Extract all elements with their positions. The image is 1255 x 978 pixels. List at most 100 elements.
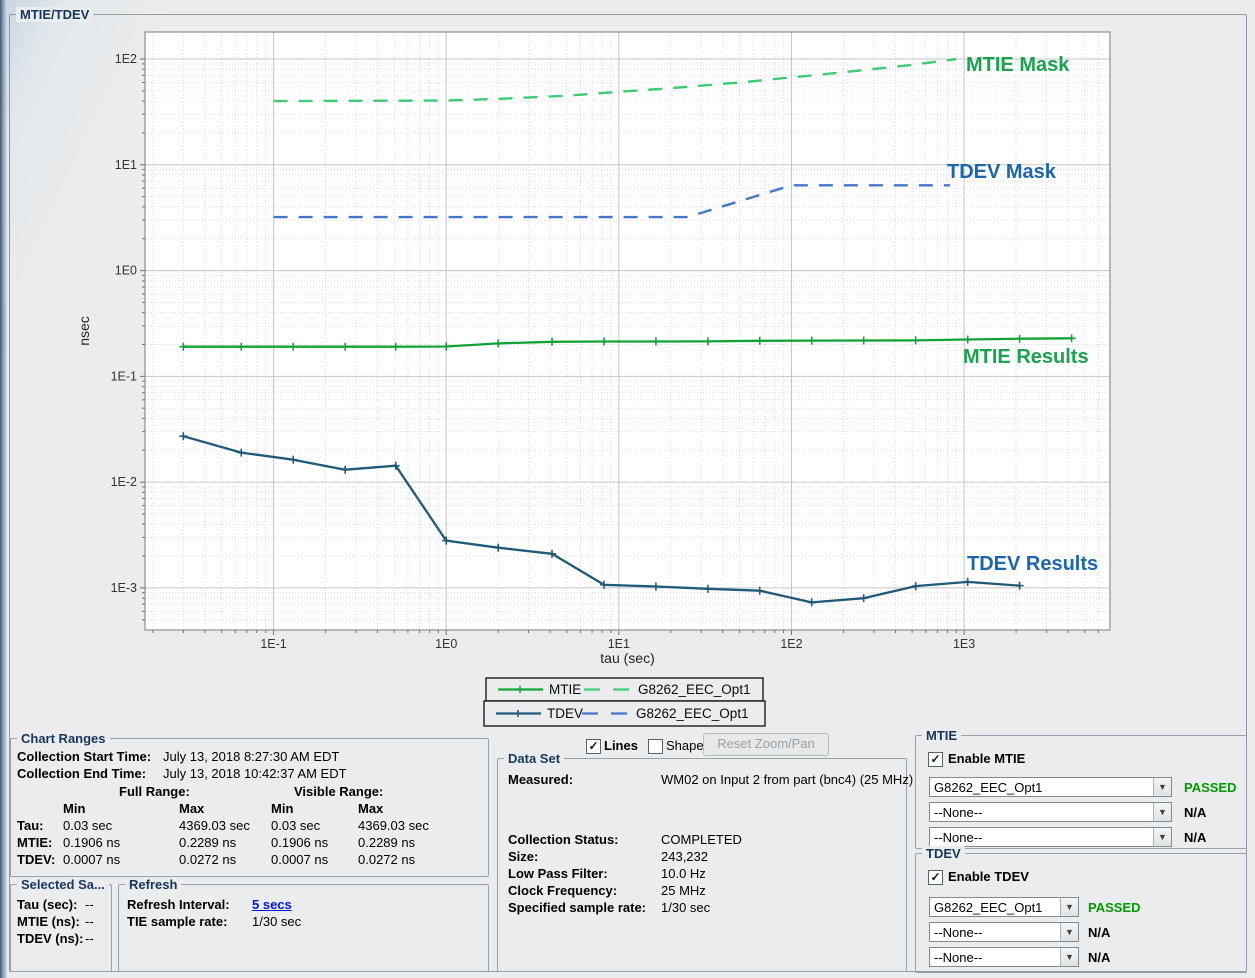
range-row-value: 0.0007 ns [63, 852, 120, 867]
y-tick-label: 1E0 [115, 264, 137, 278]
tdev-panel: TDEV Enable TDEVG8262_EEC_Opt1▼PASSED--N… [915, 853, 1247, 973]
chevron-down-icon[interactable]: ▼ [1153, 803, 1171, 821]
chevron-down-icon[interactable]: ▼ [1153, 828, 1171, 846]
tdev-mask-status-3: N/A [1088, 950, 1110, 965]
chevron-down-icon[interactable]: ▼ [1060, 948, 1078, 966]
mtie-mask-status-1: PASSED [1184, 780, 1237, 795]
data-set-row-value: 1/30 sec [661, 900, 710, 915]
y-tick-labels: 1E21E11E01E-11E-21E-3 [111, 52, 137, 595]
range-row-label: MTIE: [17, 835, 52, 850]
y-tick-label: 1E-3 [111, 581, 137, 595]
mtie-mask-select-value: --None-- [930, 828, 1153, 846]
data-set-row-value: 243,232 [661, 849, 708, 864]
data-set-panel: Data Set Measured:WM02 on Input 2 from p… [497, 758, 907, 972]
mtie-enable-checkbox[interactable] [928, 752, 943, 767]
chart-ranges-panel: Chart Ranges Collection Start Time:July … [10, 738, 489, 877]
selected-row-label: MTIE (ns): [17, 914, 80, 929]
measured-value: WM02 on Input 2 from part (bnc4) (25 MHz… [661, 772, 913, 787]
tdev-mask-status-2: N/A [1088, 925, 1110, 940]
legend-mask-label: G8262_EEC_Opt1 [636, 706, 749, 721]
chevron-down-icon[interactable]: ▼ [1060, 923, 1078, 941]
tdev-mask-select-2[interactable]: --None--▼ [929, 922, 1079, 942]
annotation-tdev-results: TDEV Results [967, 553, 1098, 575]
mtie-tdev-chart[interactable]: 1E-11E01E11E21E31E21E11E01E-11E-21E-3tau… [0, 0, 1255, 742]
range-row-value: 0.1906 ns [271, 835, 328, 850]
legend-series-label: TDEV [547, 706, 583, 721]
range-col-header: Max [358, 801, 383, 816]
range-col-header: Min [271, 801, 293, 816]
y-tick-label: 1E2 [115, 52, 137, 66]
selected-row-value: -- [85, 897, 94, 912]
annotation-tdev-mask: TDEV Mask [947, 161, 1057, 183]
shapes-checkbox[interactable] [648, 739, 663, 754]
collection-end-label: Collection End Time: [17, 766, 146, 781]
x-axis-label: tau (sec) [600, 650, 654, 666]
selected-row-label: Tau (sec): [17, 897, 77, 912]
data-set-row-value: 25 MHz [661, 883, 706, 898]
collection-end-value: July 13, 2018 10:42:37 AM EDT [163, 766, 347, 781]
lines-checkbox-label: Lines [604, 738, 638, 753]
plot-background [145, 32, 1110, 630]
range-row-value: 0.2289 ns [179, 835, 236, 850]
range-row-value: 0.2289 ns [358, 835, 415, 850]
refresh-title: Refresh [125, 877, 181, 892]
selected-samples-title: Selected Sa... [17, 877, 109, 892]
legend-mask-label: G8262_EEC_Opt1 [638, 682, 751, 697]
range-row-value: 0.03 sec [63, 818, 112, 833]
range-row-label: TDEV: [17, 852, 55, 867]
x-tick-label: 1E0 [435, 637, 457, 651]
selected-row-value: -- [85, 931, 94, 946]
x-tick-label: 1E1 [608, 637, 630, 651]
reset-zoom-pan-button[interactable]: Reset Zoom/Pan [703, 733, 829, 756]
y-tick-label: 1E-1 [111, 369, 137, 383]
tdev-mask-select-value: --None-- [930, 948, 1060, 966]
legend-series-label: MTIE [549, 682, 581, 697]
collection-start-value: July 13, 2018 8:27:30 AM EDT [163, 749, 339, 764]
tdev-mask-select-3[interactable]: --None--▼ [929, 947, 1079, 967]
range-row-value: 0.0272 ns [358, 852, 415, 867]
y-axis-label: nsec [76, 316, 92, 346]
range-row-value: 0.0007 ns [271, 852, 328, 867]
tdev-mask-select-1[interactable]: G8262_EEC_Opt1▼ [929, 897, 1079, 917]
range-row-value: 4369.03 sec [358, 818, 429, 833]
collection-start-label: Collection Start Time: [17, 749, 151, 764]
range-col-header: Max [179, 801, 204, 816]
refresh-interval-label: Refresh Interval: [127, 897, 230, 912]
data-set-row-label: Specified sample rate: [508, 900, 646, 915]
chevron-down-icon[interactable]: ▼ [1153, 778, 1171, 796]
data-set-row-value: 10.0 Hz [661, 866, 706, 881]
y-tick-label: 1E-2 [111, 475, 137, 489]
mtie-mask-select-1[interactable]: G8262_EEC_Opt1▼ [929, 777, 1172, 797]
full-range-header: Full Range: [119, 784, 190, 799]
data-set-row-label: Collection Status: [508, 832, 619, 847]
tie-sample-rate-label: TIE sample rate: [127, 914, 227, 929]
range-row-value: 0.03 sec [271, 818, 320, 833]
legend-row-mtie: MTIE G8262_EEC_Opt1 [486, 678, 763, 701]
range-row-value: 0.1906 ns [63, 835, 120, 850]
legend-row-tdev: TDEV G8262_EEC_Opt1 [484, 701, 765, 726]
selected-row-value: -- [85, 914, 94, 929]
tdev-mask-status-1: PASSED [1088, 900, 1141, 915]
tdev-enable-checkbox[interactable] [928, 870, 943, 885]
range-col-header: Min [63, 801, 85, 816]
x-tick-label: 1E3 [953, 637, 975, 651]
mtie-enable-label: Enable MTIE [948, 751, 1025, 766]
range-row-label: Tau: [17, 818, 43, 833]
mtie-panel-title: MTIE [922, 728, 961, 743]
lines-checkbox[interactable] [586, 739, 601, 754]
chevron-down-icon[interactable]: ▼ [1060, 898, 1078, 916]
mtie-mask-select-3[interactable]: --None--▼ [929, 827, 1172, 847]
data-set-row-label: Low Pass Filter: [508, 866, 608, 881]
mtie-mask-select-2[interactable]: --None--▼ [929, 802, 1172, 822]
annotation-mtie-results: MTIE Results [963, 346, 1089, 368]
tdev-mask-select-value: --None-- [930, 923, 1060, 941]
refresh-panel: Refresh Refresh Interval:5 secsTIE sampl… [118, 884, 489, 972]
refresh-interval-link[interactable]: 5 secs [252, 897, 292, 912]
annotation-mtie-mask: MTIE Mask [966, 54, 1070, 76]
x-tick-label: 1E-1 [260, 637, 286, 651]
selected-row-label: TDEV (ns): [17, 931, 83, 946]
data-set-row-label: Size: [508, 849, 538, 864]
tie-sample-rate-value: 1/30 sec [252, 914, 301, 929]
tdev-mask-select-value: G8262_EEC_Opt1 [930, 898, 1060, 916]
mtie-mask-status-3: N/A [1184, 830, 1206, 845]
